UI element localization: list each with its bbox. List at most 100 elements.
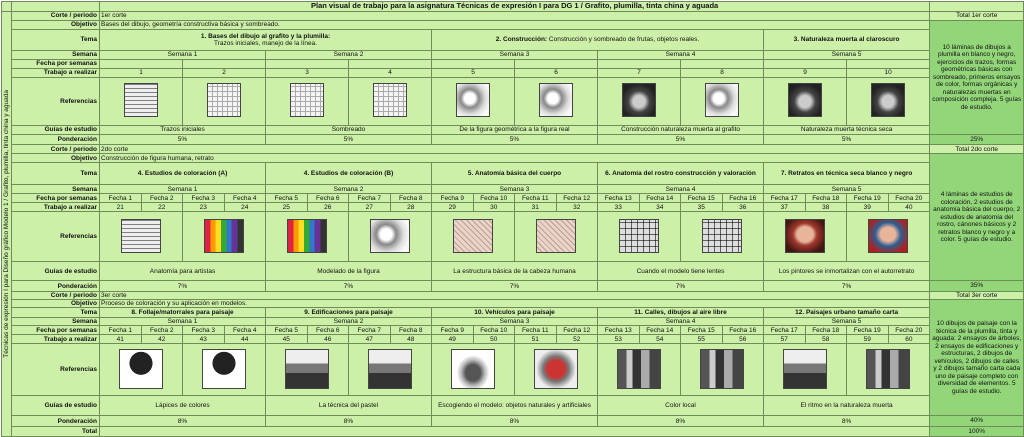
guia-cell: Anatomía para artistas xyxy=(99,261,266,282)
trabajo-cell: 49 xyxy=(431,334,474,345)
reference-cell xyxy=(514,211,598,263)
trabajo-cell: 43 xyxy=(182,334,225,345)
trabajo-cell: 28 xyxy=(389,202,432,213)
trabajo-row: Trabajo a realizar 1 2 3 4 5 6 7 8 9 10 xyxy=(2,68,1024,78)
reference-cell xyxy=(763,77,847,126)
semana-row: Semana Semana 1 Semana 2 Semana 3 Semana 4 Se… xyxy=(2,50,1024,60)
fecha-cell: Fecha 8 xyxy=(389,193,432,204)
fecha-cell: Fecha 17 xyxy=(763,193,806,204)
trabajo-cell: 32 xyxy=(555,202,598,213)
semana-cell: Semana 1 xyxy=(99,317,266,327)
fecha-cell: Fecha 13 xyxy=(597,325,640,336)
grid-sketch-icon xyxy=(124,83,158,118)
fecha-cell: Fecha 17 xyxy=(763,325,806,336)
corte-row: Corte / periodo 2do corte Total 2do corte xyxy=(2,144,1024,155)
tema-cell: 5. Anatomía básica del cuerpo xyxy=(431,162,598,186)
fecha-cell: Fecha 19 xyxy=(846,193,889,204)
tema-title: 9. Edificaciones para paisaje xyxy=(304,308,393,316)
tema-cell: 6. Anatomía del rostro construcción y va… xyxy=(597,162,764,186)
still-life-icon xyxy=(622,83,656,118)
fecha-cell: Fecha 6 xyxy=(306,325,349,336)
fecha-cell: Fecha 3 xyxy=(182,325,225,336)
corte-period: 2do corte xyxy=(98,144,931,155)
trabajo-cell: 35 xyxy=(680,202,723,213)
fecha-cell xyxy=(763,59,847,69)
tema-row: Tema 1. Bases del dibujo al grafito y la … xyxy=(2,29,1024,51)
semana-cell: Semana 5 xyxy=(762,317,931,327)
objetivo-row: Objetivo Construcción de figura humana, r… xyxy=(2,153,1024,282)
corte-label: Corte / periodo xyxy=(11,11,100,21)
corte-period: 3er corte xyxy=(98,290,931,301)
semana-cell: Semana 2 xyxy=(265,317,432,327)
semana-label: Semana xyxy=(11,184,100,195)
fecha-cell xyxy=(348,59,432,69)
corte-total-percent: 35% xyxy=(929,280,1024,292)
trabajo-cell: 22 xyxy=(140,202,183,213)
ponderacion-cell: 5% xyxy=(265,133,432,146)
ponderacion-cell: 7% xyxy=(762,280,931,292)
tema-title: 4. Estudios de coloración (A) xyxy=(137,170,228,178)
ponderacion-cell: 8% xyxy=(597,415,764,427)
guia-cell: Modelado de la figura xyxy=(265,261,432,282)
grand-total-row: Total 100% xyxy=(2,425,1024,437)
tema-row: Tema 8. Follaje/matorrales para paisaje 9.… xyxy=(2,307,1024,319)
fecha-cell xyxy=(680,59,764,69)
trabajo-cell: 50 xyxy=(472,334,515,345)
reference-cell xyxy=(99,343,183,397)
fecha-cell xyxy=(597,59,681,69)
reference-cell xyxy=(182,343,266,397)
fecha-cell: Fecha 2 xyxy=(140,193,183,204)
fecha-cell: Fecha 11 xyxy=(514,325,557,336)
tema-row: Tema 4. Estudios de coloración (A) 4. Estu… xyxy=(2,162,1024,186)
ponderacion-cell: 8% xyxy=(99,415,266,427)
fecha-cell: Fecha 5 xyxy=(265,193,308,204)
trabajo-cell: 26 xyxy=(306,202,349,213)
fecha-cell: Fecha 1 xyxy=(99,193,142,204)
ponderacion-cell: 7% xyxy=(99,280,266,292)
semana-cell: Semana 4 xyxy=(597,317,764,327)
semana-label: Semana xyxy=(11,50,100,60)
title-row: Plan visual de trabajo para la asignatur… xyxy=(1,1,1024,12)
trabajo-cell: 39 xyxy=(846,202,889,213)
corte-row: Técnicas de expresión I para Diseño gráf… xyxy=(1,10,1024,437)
corte-total-percent: 40% xyxy=(929,415,1024,427)
fecha-cell: Fecha 18 xyxy=(804,325,847,336)
trabajo-label: Trabajo a realizar xyxy=(11,68,100,78)
color-sphere-icon xyxy=(370,218,410,253)
guias-row: Guías de estudio Trazos iniciales Sombread… xyxy=(2,125,1024,135)
fecha-cell: Fecha 13 xyxy=(597,193,640,204)
trabajo-cell: 27 xyxy=(348,202,391,213)
portrait-icon xyxy=(868,218,909,253)
fecha-cell: Fecha 18 xyxy=(804,193,847,204)
tree-drawing-icon xyxy=(119,348,163,389)
trabajo-cell: 44 xyxy=(223,334,266,345)
corte-total-title: Total 1er corte xyxy=(929,11,1024,21)
semana-label: Semana xyxy=(11,317,100,327)
trabajo-cell: 56 xyxy=(721,334,764,345)
referencias-label: Referencias xyxy=(11,343,100,397)
tema-cell: 3. Naturaleza muerta al claroscuro xyxy=(762,29,931,51)
ponderacion-cell: 5% xyxy=(762,133,931,146)
trabajo-cell: 47 xyxy=(348,334,391,345)
guia-cell: Color local xyxy=(597,395,764,417)
trabajo-cell: 60 xyxy=(887,334,931,345)
trabajo-row: Trabajo a realizar 41 42 43 44 45 46 47 48 49 50 51… xyxy=(2,334,1024,345)
fecha-row: Fecha por semanas Fecha 1 Fecha 2 Fecha 3 Fe… xyxy=(2,193,1024,204)
color-swatch-icon xyxy=(204,218,244,253)
guia-cell: Los pintores se inmortalizan con el auto… xyxy=(762,261,931,282)
urban-landscape-icon xyxy=(783,348,827,389)
referencias-row: Referencias xyxy=(2,343,1024,397)
tema-detail: Construcción y sombreado de frutas, obje… xyxy=(547,36,700,44)
fecha-cell: Fecha 12 xyxy=(555,193,598,204)
worksheet: Plan visual de trabajo para la asignatur… xyxy=(0,0,1024,437)
fecha-cell: Fecha 10 xyxy=(472,193,515,204)
guia-cell: Cuando el modelo tiene lentes xyxy=(597,261,764,282)
trabajo-cell: 42 xyxy=(140,334,183,345)
reference-cell xyxy=(514,343,598,397)
semana-cell: Semana 4 xyxy=(597,50,764,60)
reference-cell xyxy=(514,77,598,126)
fecha-label: Fecha por semanas xyxy=(11,193,100,204)
trabajo-cell: 55 xyxy=(680,334,723,345)
portrait-icon xyxy=(785,218,825,253)
guias-label: Guías de estudio xyxy=(11,125,100,135)
